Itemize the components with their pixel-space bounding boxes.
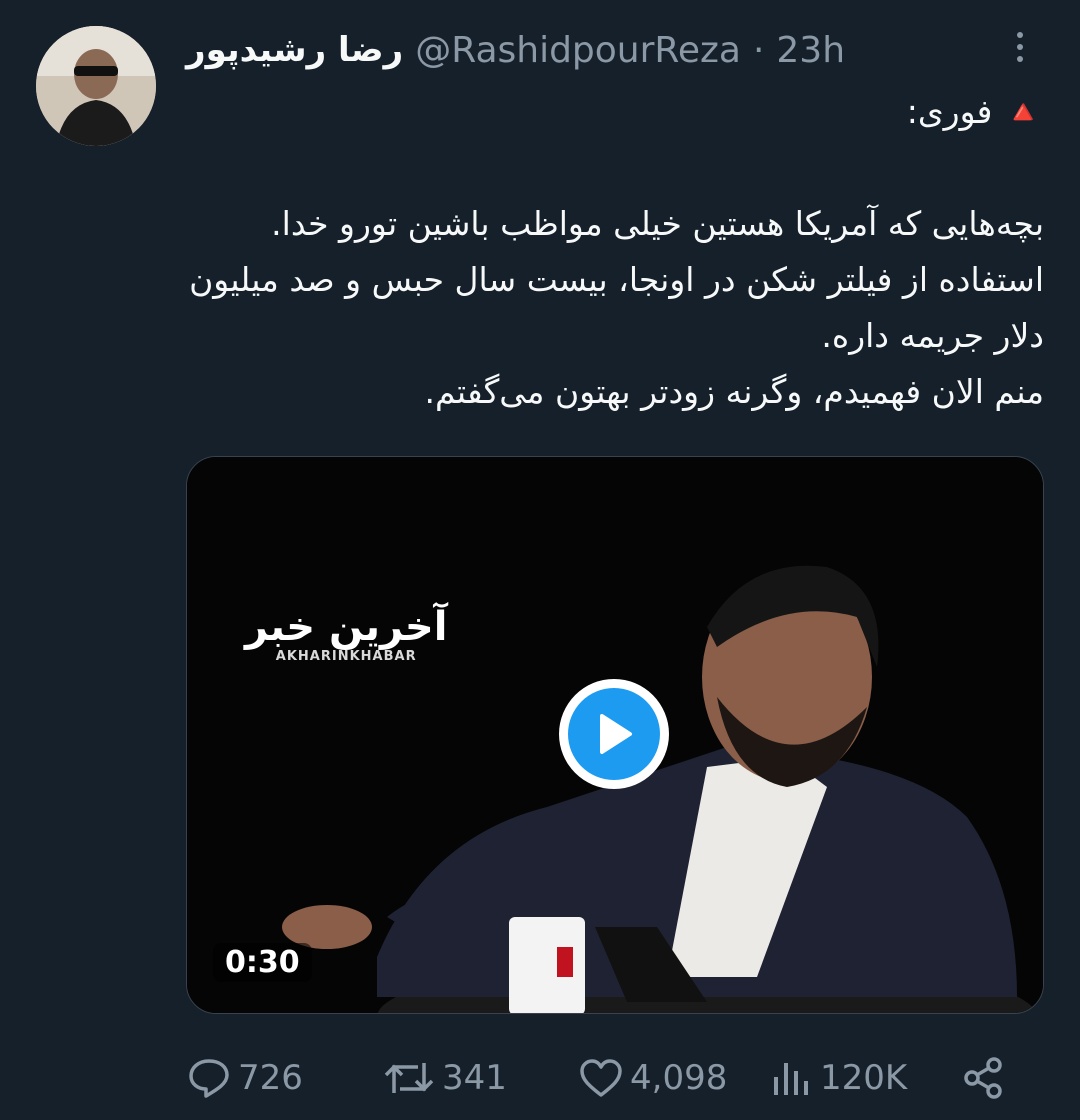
- video-duration: 0:30: [213, 943, 312, 982]
- channel-logo: آخرین خبر AKHARINKHABAR: [245, 605, 447, 664]
- more-icon[interactable]: [1006, 24, 1034, 70]
- share-icon: [964, 1057, 1002, 1099]
- display-name[interactable]: رضا رشیدپور: [186, 30, 403, 70]
- reply-count: 726: [238, 1058, 303, 1098]
- reply-icon: [189, 1059, 229, 1098]
- play-icon: [600, 714, 632, 754]
- tweet-header: رضا رشیدپور @RashidpourReza · 23h: [186, 28, 1006, 72]
- logo-text-en: AKHARINKHABAR: [275, 649, 417, 664]
- like-count: 4,098: [630, 1058, 728, 1098]
- repost-button[interactable]: 341: [382, 1050, 507, 1106]
- repost-icon: [384, 1063, 434, 1093]
- share-button[interactable]: [960, 1050, 1006, 1106]
- handle[interactable]: @RashidpourReza: [415, 30, 741, 71]
- logo-text-fa: آخرین خبر: [245, 604, 448, 650]
- views-icon: [774, 1063, 808, 1095]
- like-button[interactable]: 4,098: [578, 1050, 727, 1106]
- timestamp[interactable]: 23h: [776, 30, 845, 71]
- avatar-image: [36, 26, 156, 146]
- reply-button[interactable]: 726: [186, 1050, 303, 1106]
- views-count: 120K: [820, 1058, 908, 1098]
- action-bar: 726 341 4,098 120K: [186, 1050, 1036, 1106]
- separator: ·: [752, 29, 765, 71]
- tweet-text: 🔺 فوری: بچه‌هایی که آمریکا هستین خیلی مو…: [189, 92, 1044, 411]
- like-icon: [580, 1059, 622, 1097]
- repost-count: 341: [442, 1058, 507, 1098]
- avatar[interactable]: [36, 26, 156, 146]
- views-button[interactable]: 120K: [770, 1050, 907, 1106]
- play-button[interactable]: [559, 679, 669, 789]
- video-player[interactable]: آخرین خبر AKHARINKHABAR 0:30: [186, 456, 1044, 1014]
